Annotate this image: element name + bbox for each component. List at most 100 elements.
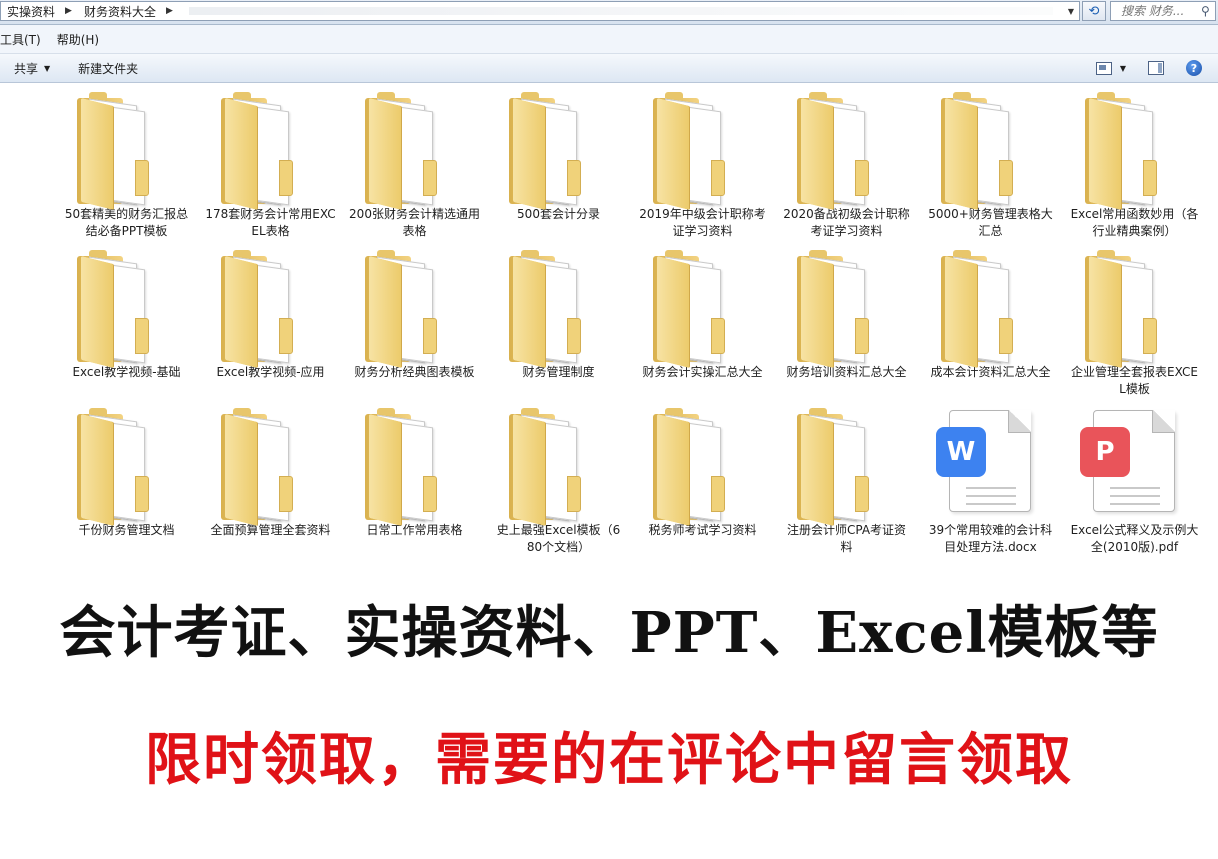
folder-item[interactable]: Excel教学视频-应用 [199, 246, 342, 381]
item-label: Excel教学视频-基础 [72, 365, 181, 379]
folder-icon [1063, 88, 1206, 211]
refresh-button[interactable]: ⟲ [1082, 1, 1106, 21]
folder-icon [55, 404, 198, 527]
menu-bar: 工具(T) 帮助(H) [0, 25, 1218, 54]
item-label: 千份财务管理文档 [78, 523, 175, 537]
item-label: 注册会计师CPA考证资料 [786, 523, 907, 554]
item-label: 2019年中级会计职称考证学习资料 [639, 207, 766, 238]
folder-item[interactable]: 企业管理全套报表EXCEL模板 [1063, 246, 1206, 398]
item-label: 税务师考试学习资料 [648, 523, 757, 537]
folder-item[interactable]: 2020备战初级会计职称考证学习资料 [775, 88, 918, 240]
search-icon[interactable]: ⚲ [1201, 4, 1210, 18]
pdf-document-icon: P [1063, 404, 1206, 522]
folder-item[interactable]: 史上最强Excel模板（680个文档） [487, 404, 630, 556]
chevron-down-icon: ▼ [44, 63, 51, 73]
item-label: 50套精美的财务汇报总结必备PPT模板 [64, 207, 189, 238]
menu-help[interactable]: 帮助(H) [57, 31, 107, 48]
item-label: 企业管理全套报表EXCEL模板 [1071, 365, 1198, 396]
folder-icon [199, 88, 342, 211]
folder-icon [487, 404, 630, 527]
address-bar: 实操资料 ▶ 财务资料大全 ▶ ▼ ⟲ ⚲ [0, 0, 1218, 25]
item-label: 178套财务会计常用EXCEL表格 [205, 207, 336, 238]
folder-item[interactable]: 财务分析经典图表模板 [343, 246, 486, 381]
folder-item[interactable]: 50套精美的财务汇报总结必备PPT模板 [55, 88, 198, 240]
folder-icon [775, 404, 918, 527]
folder-item[interactable]: 千份财务管理文档 [55, 404, 198, 539]
folder-item[interactable]: 财务会计实操汇总大全 [631, 246, 774, 381]
word-document-icon: W [919, 404, 1062, 522]
folder-item[interactable]: 全面预算管理全套资料 [199, 404, 342, 539]
item-label: 财务管理制度 [522, 365, 595, 379]
folder-item[interactable]: Excel常用函数妙用（各行业精典案例） [1063, 88, 1206, 240]
item-label: 全面预算管理全套资料 [210, 523, 331, 537]
folder-item[interactable]: 178套财务会计常用EXCEL表格 [199, 88, 342, 240]
breadcrumb[interactable]: 实操资料 ▶ 财务资料大全 ▶ ▼ [0, 1, 1080, 21]
item-label: 财务分析经典图表模板 [354, 365, 475, 379]
folder-icon [343, 246, 486, 369]
item-label: 5000+财务管理表格大汇总 [928, 207, 1053, 238]
share-button[interactable]: 共享 ▼ [0, 60, 64, 77]
folder-item[interactable]: 2019年中级会计职称考证学习资料 [631, 88, 774, 240]
folder-icon [775, 246, 918, 369]
folder-icon [487, 88, 630, 211]
item-label: 200张财务会计精选通用表格 [349, 207, 480, 238]
folder-item[interactable]: 日常工作常用表格 [343, 404, 486, 539]
breadcrumb-blurred-area [188, 7, 1053, 15]
folder-icon [343, 404, 486, 527]
folder-item[interactable]: Excel教学视频-基础 [55, 246, 198, 381]
folder-icon [775, 88, 918, 211]
folder-icon [919, 246, 1062, 369]
item-label: 成本会计资料汇总大全 [930, 365, 1051, 379]
share-label: 共享 [14, 61, 39, 76]
item-label: 2020备战初级会计职称考证学习资料 [783, 207, 910, 238]
promo-headline: 会计考证、实操资料、PPT、Excel模板等 [59, 600, 1159, 666]
chevron-right-icon[interactable]: ▶ [160, 6, 179, 16]
command-toolbar: 共享 ▼ 新建文件夹 ▼ ? [0, 54, 1218, 83]
file-item[interactable]: W 39个常用较难的会计科目处理方法.docx [919, 404, 1062, 556]
folder-icon [631, 246, 774, 369]
item-label: Excel常用函数妙用（各行业精典案例） [1070, 207, 1199, 238]
folder-icon [199, 404, 342, 527]
search-box[interactable]: ⚲ [1110, 1, 1216, 21]
address-dropdown-icon[interactable]: ▼ [1063, 7, 1079, 16]
item-label: Excel公式释义及示例大全(2010版).pdf [1070, 523, 1199, 554]
item-label: Excel教学视频-应用 [216, 365, 325, 379]
breadcrumb-item-practice[interactable]: 实操资料 [1, 3, 59, 20]
help-icon[interactable]: ? [1186, 60, 1202, 76]
folder-icon [487, 246, 630, 369]
folder-item[interactable]: 税务师考试学习资料 [631, 404, 774, 539]
folder-item[interactable]: 财务管理制度 [487, 246, 630, 381]
preview-pane-icon[interactable] [1148, 61, 1164, 75]
chevron-down-icon[interactable]: ▼ [1120, 64, 1126, 73]
promo-cta: 限时领取，需要的在评论中留言领取 [145, 728, 1073, 793]
item-label: 日常工作常用表格 [366, 523, 463, 537]
folder-icon [199, 246, 342, 369]
search-input[interactable] [1111, 4, 1201, 18]
folder-icon [631, 404, 774, 527]
folder-icon [343, 88, 486, 211]
folder-item[interactable]: 500套会计分录 [487, 88, 630, 223]
view-options-icon[interactable] [1095, 61, 1112, 75]
item-label: 财务培训资料汇总大全 [786, 365, 907, 379]
folder-item[interactable]: 5000+财务管理表格大汇总 [919, 88, 1062, 240]
folder-item[interactable]: 注册会计师CPA考证资料 [775, 404, 918, 556]
folder-icon [631, 88, 774, 211]
breadcrumb-item-finance[interactable]: 财务资料大全 [78, 3, 160, 20]
folder-icon [919, 88, 1062, 211]
chevron-right-icon[interactable]: ▶ [59, 6, 78, 16]
folder-item[interactable]: 200张财务会计精选通用表格 [343, 88, 486, 240]
folder-icon [1063, 246, 1206, 369]
folder-icon [55, 246, 198, 369]
file-item[interactable]: P Excel公式释义及示例大全(2010版).pdf [1063, 404, 1206, 556]
folder-item[interactable]: 成本会计资料汇总大全 [919, 246, 1062, 381]
folder-icon [55, 88, 198, 211]
new-folder-label: 新建文件夹 [78, 61, 139, 76]
item-label: 500套会计分录 [517, 207, 600, 221]
folder-item[interactable]: 财务培训资料汇总大全 [775, 246, 918, 381]
new-folder-button[interactable]: 新建文件夹 [64, 60, 152, 77]
item-label: 财务会计实操汇总大全 [642, 365, 763, 379]
item-label: 史上最强Excel模板（680个文档） [496, 523, 621, 554]
refresh-icon: ⟲ [1088, 3, 1100, 19]
menu-tools[interactable]: 工具(T) [0, 31, 49, 48]
toolbar-right: ▼ ? [1095, 54, 1218, 82]
